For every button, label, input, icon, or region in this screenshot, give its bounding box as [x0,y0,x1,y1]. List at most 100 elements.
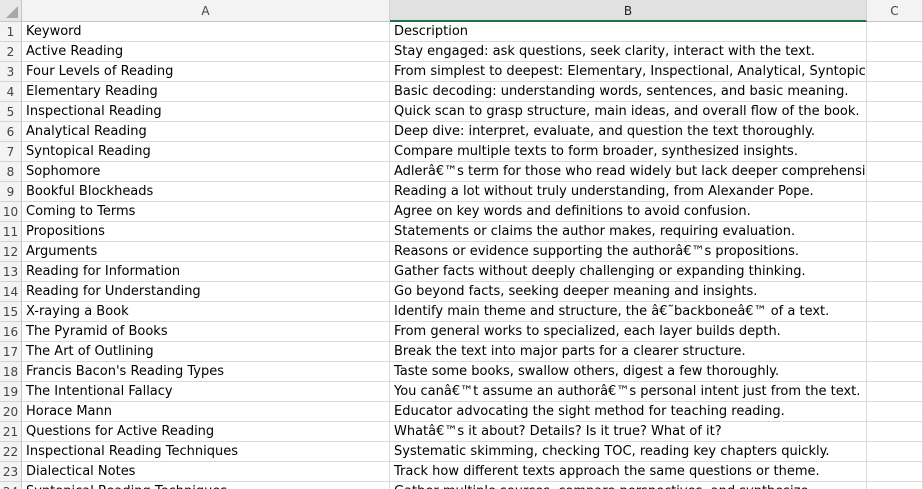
cell-a[interactable]: Horace Mann [22,402,390,422]
cell-b[interactable]: From simplest to deepest: Elementary, In… [390,62,867,82]
cell-b[interactable]: Reading a lot without truly understandin… [390,182,867,202]
cell-c[interactable] [867,62,923,82]
row-header[interactable]: 10 [0,202,22,222]
row-header[interactable]: 15 [0,302,22,322]
cell-a[interactable]: The Pyramid of Books [22,322,390,342]
cell-a[interactable]: Coming to Terms [22,202,390,222]
cell-c[interactable] [867,382,923,402]
cell-b[interactable]: Systematic skimming, checking TOC, readi… [390,442,867,462]
select-all-button[interactable] [0,0,22,22]
cell-c[interactable] [867,182,923,202]
row-header[interactable]: 16 [0,322,22,342]
cell-a[interactable]: Keyword [22,22,390,42]
cell-a[interactable]: Syntopical Reading [22,142,390,162]
cell-b[interactable]: Break the text into major parts for a cl… [390,342,867,362]
row-header[interactable]: 14 [0,282,22,302]
cell-b[interactable]: Statements or claims the author makes, r… [390,222,867,242]
cell-b[interactable]: Quick scan to grasp structure, main idea… [390,102,867,122]
row-header[interactable]: 12 [0,242,22,262]
cell-b[interactable]: Deep dive: interpret, evaluate, and ques… [390,122,867,142]
cell-c[interactable] [867,482,923,489]
cell-b[interactable]: Reasons or evidence supporting the autho… [390,242,867,262]
cell-a[interactable]: The Intentional Fallacy [22,382,390,402]
cell-c[interactable] [867,422,923,442]
row-header[interactable]: 13 [0,262,22,282]
cell-b[interactable]: Agree on key words and definitions to av… [390,202,867,222]
cell-c[interactable] [867,462,923,482]
cell-b[interactable]: Gather multiple sources, compare perspec… [390,482,867,489]
cell-b[interactable]: Track how different texts approach the s… [390,462,867,482]
cell-a[interactable]: Elementary Reading [22,82,390,102]
column-header-a[interactable]: A [22,0,390,22]
cell-b[interactable]: Gather facts without deeply challenging … [390,262,867,282]
cell-a[interactable]: Bookful Blockheads [22,182,390,202]
row-header[interactable]: 4 [0,82,22,102]
row-header[interactable]: 24 [0,482,22,489]
cell-c[interactable] [867,262,923,282]
cell-c[interactable] [867,302,923,322]
cell-c[interactable] [867,22,923,42]
cell-a[interactable]: Questions for Active Reading [22,422,390,442]
cell-a[interactable]: Sophomore [22,162,390,182]
cell-c[interactable] [867,222,923,242]
cell-b[interactable]: Stay engaged: ask questions, seek clarit… [390,42,867,62]
column-header-b[interactable]: B [390,0,867,22]
cell-a[interactable]: Dialectical Notes [22,462,390,482]
cell-a[interactable]: Analytical Reading [22,122,390,142]
cell-a[interactable]: Francis Bacon's Reading Types [22,362,390,382]
row-header[interactable]: 23 [0,462,22,482]
row-header[interactable]: 6 [0,122,22,142]
row-header[interactable]: 5 [0,102,22,122]
row-header[interactable]: 3 [0,62,22,82]
cell-b[interactable]: You canâ€™t assume an authorâ€™s persona… [390,382,867,402]
cell-a[interactable]: Propositions [22,222,390,242]
cell-c[interactable] [867,242,923,262]
cell-b[interactable]: Educator advocating the sight method for… [390,402,867,422]
row-header[interactable]: 1 [0,22,22,42]
row-header[interactable]: 19 [0,382,22,402]
cell-b[interactable]: Description [390,22,867,42]
cell-c[interactable] [867,102,923,122]
cell-b[interactable]: Whatâ€™s it about? Details? Is it true? … [390,422,867,442]
row-header[interactable]: 22 [0,442,22,462]
cell-a[interactable]: Inspectional Reading Techniques [22,442,390,462]
cell-a[interactable]: Four Levels of Reading [22,62,390,82]
cell-c[interactable] [867,162,923,182]
cell-a[interactable]: X-raying a Book [22,302,390,322]
cell-a[interactable]: Active Reading [22,42,390,62]
row-header[interactable]: 17 [0,342,22,362]
cell-a[interactable]: Inspectional Reading [22,102,390,122]
row-header[interactable]: 20 [0,402,22,422]
cell-c[interactable] [867,442,923,462]
row-header[interactable]: 8 [0,162,22,182]
row-header[interactable]: 9 [0,182,22,202]
cell-b[interactable]: Compare multiple texts to form broader, … [390,142,867,162]
cell-c[interactable] [867,142,923,162]
cell-c[interactable] [867,82,923,102]
row-header[interactable]: 2 [0,42,22,62]
cell-c[interactable] [867,42,923,62]
cell-a[interactable]: Reading for Information [22,262,390,282]
cell-c[interactable] [867,282,923,302]
cell-b[interactable]: Adlerâ€™s term for those who read widely… [390,162,867,182]
cell-c[interactable] [867,362,923,382]
cell-a[interactable]: The Art of Outlining [22,342,390,362]
cell-b[interactable]: Basic decoding: understanding words, sen… [390,82,867,102]
cell-a[interactable]: Reading for Understanding [22,282,390,302]
cell-b[interactable]: Identify main theme and structure, the â… [390,302,867,322]
cell-a[interactable]: Arguments [22,242,390,262]
cell-b[interactable]: Go beyond facts, seeking deeper meaning … [390,282,867,302]
cell-b[interactable]: Taste some books, swallow others, digest… [390,362,867,382]
row-header[interactable]: 18 [0,362,22,382]
row-header[interactable]: 11 [0,222,22,242]
column-header-c[interactable]: C [867,0,923,22]
row-header[interactable]: 21 [0,422,22,442]
cell-c[interactable] [867,342,923,362]
cell-c[interactable] [867,402,923,422]
cell-b[interactable]: From general works to specialized, each … [390,322,867,342]
cell-c[interactable] [867,122,923,142]
cell-c[interactable] [867,202,923,222]
row-header[interactable]: 7 [0,142,22,162]
cell-a[interactable]: Syntopical Reading Techniques [22,482,390,489]
cell-c[interactable] [867,322,923,342]
